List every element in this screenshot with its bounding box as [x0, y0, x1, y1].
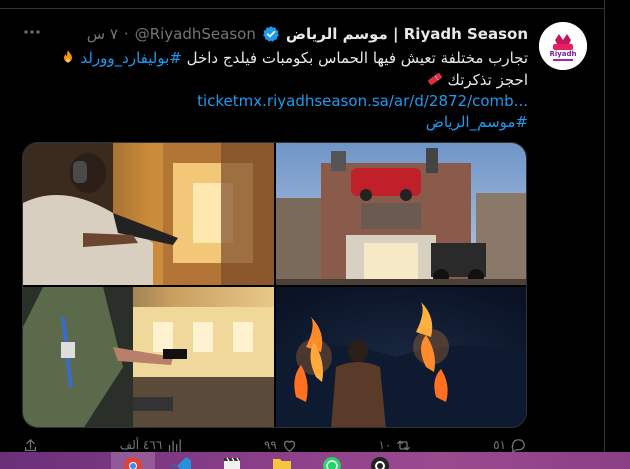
reply-button[interactable]: ٥١: [493, 437, 527, 454]
retweet-button[interactable]: ١٠: [379, 437, 413, 454]
hashtag-link[interactable]: #بوليفارد_وورلد: [80, 49, 181, 67]
chrome-icon[interactable]: [123, 456, 143, 469]
obs-icon[interactable]: [370, 456, 390, 469]
tweet-text: احجز تذكرتك: [447, 71, 528, 89]
separator-dot: ·: [123, 25, 129, 43]
share-icon: [24, 438, 37, 451]
tweet-text-line-4: #موسم_الرياض: [426, 112, 528, 132]
photo-combat-village-entrance[interactable]: [276, 143, 526, 285]
photo-pistol-training[interactable]: [23, 287, 274, 427]
whatsapp-icon[interactable]: [322, 456, 342, 469]
verified-badge-icon: [262, 26, 279, 42]
timestamp[interactable]: ٧ س: [87, 25, 118, 43]
scrollbar[interactable]: [606, 0, 630, 452]
like-icon: [283, 440, 295, 452]
retweet-icon: [397, 440, 411, 450]
divider: [0, 0, 604, 9]
handle[interactable]: @RiyadhSeason: [135, 25, 256, 43]
retweet-count: ١٠: [378, 438, 392, 452]
vscode-icon[interactable]: [172, 456, 192, 469]
reply-count: ٥١: [493, 438, 506, 452]
hashtag-link[interactable]: #موسم_الرياض: [426, 113, 528, 131]
views-button[interactable]: ٤٦٦ ألف: [120, 437, 184, 454]
taskbar: [0, 452, 630, 469]
tweet-text-line-1: تجارب مختلفة تعيش فيها الحماس بكومبات في…: [60, 48, 528, 68]
tweet-header: موسم الرياض | Riyadh Season @RiyadhSeaso…: [87, 24, 528, 44]
photo-fire-performer[interactable]: [276, 287, 526, 427]
svg-text:Riyadh: Riyadh: [549, 50, 576, 58]
more-icon[interactable]: [22, 24, 42, 40]
ticket-emoji-icon: [427, 72, 442, 86]
like-count: ٩٩: [263, 438, 277, 452]
avatar[interactable]: Riyadh: [539, 22, 587, 70]
media-grid: [22, 142, 527, 428]
tweet-text: تجارب مختلفة تعيش فيها الحماس بكومبات في…: [186, 49, 528, 67]
clapperboard-icon[interactable]: [222, 456, 242, 469]
fire-emoji-icon: [63, 50, 72, 63]
photo-shooting-range[interactable]: [23, 143, 274, 285]
tweet-text-line-3: ticketmx.riyadhseason.sa/ar/d/2872/comb.…: [197, 91, 528, 111]
tweet-text-line-2: احجز تذكرتك: [427, 70, 528, 90]
like-button[interactable]: ٩٩: [264, 437, 298, 454]
views-count: ٤٦٦ ألف: [119, 438, 163, 452]
display-name[interactable]: موسم الرياض | Riyadh Season: [286, 25, 528, 43]
tweet-frame: Riyadh موسم الرياض | Riyadh Season @Riya…: [0, 0, 605, 469]
share-button[interactable]: [22, 437, 39, 454]
external-link[interactable]: ticketmx.riyadhseason.sa/ar/d/2872/comb.…: [197, 92, 528, 110]
reply-icon: [511, 438, 525, 453]
folder-icon[interactable]: [272, 456, 292, 469]
views-icon: [169, 438, 182, 452]
